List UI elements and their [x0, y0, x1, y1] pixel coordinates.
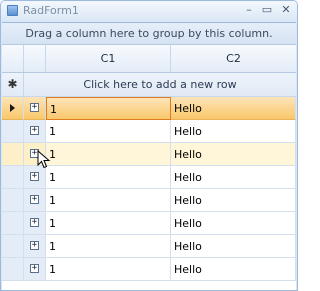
row-indicator-cell[interactable] — [2, 97, 24, 120]
title-bar[interactable]: RadForm1 – ▭ ✕ — [1, 1, 297, 21]
row-indicator-cell[interactable] — [2, 143, 24, 166]
table-row[interactable]: +1 Hello — [2, 120, 296, 143]
table-row[interactable]: +1 Hello — [2, 212, 296, 235]
cell-c2[interactable]: Hello — [171, 258, 296, 281]
window-title: RadForm1 — [23, 4, 79, 17]
column-header-c1[interactable]: C1 — [46, 45, 171, 72]
radform-window: RadForm1 – ▭ ✕ Drag a column here to gro… — [0, 0, 298, 291]
add-new-row[interactable]: ✱ Click here to add a new row — [2, 73, 296, 97]
row-expander-cell[interactable]: + — [24, 212, 46, 235]
row-indicator-cell[interactable] — [2, 212, 24, 235]
table-row[interactable]: +1 Hello — [2, 97, 296, 120]
cell-c1[interactable]: 1 — [46, 166, 171, 189]
expand-plus-icon[interactable]: + — [30, 241, 39, 250]
maximize-button[interactable]: ▭ — [258, 3, 276, 17]
cell-c1[interactable]: 1 — [46, 235, 171, 258]
row-expander-cell[interactable]: + — [24, 235, 46, 258]
header-expander-cell — [24, 45, 46, 72]
row-indicator-cell[interactable] — [2, 166, 24, 189]
cell-c2[interactable]: Hello — [171, 189, 296, 212]
expand-plus-icon[interactable]: + — [30, 218, 39, 227]
minimize-button[interactable]: – — [240, 3, 258, 17]
row-indicator-cell[interactable] — [2, 120, 24, 143]
expand-plus-icon[interactable]: + — [30, 195, 39, 204]
table-row[interactable]: +1 Hello — [2, 235, 296, 258]
row-expander-cell[interactable]: + — [24, 258, 46, 281]
close-button[interactable]: ✕ — [277, 3, 295, 17]
cell-c2[interactable]: Hello — [171, 212, 296, 235]
cell-c2[interactable]: Hello — [171, 143, 296, 166]
table-row[interactable]: +1 Hello — [2, 189, 296, 212]
cell-c1[interactable]: 1 — [46, 97, 171, 120]
group-panel[interactable]: Drag a column here to group by this colu… — [2, 23, 296, 45]
expand-plus-icon[interactable]: + — [30, 103, 39, 112]
cell-c2[interactable]: Hello — [171, 97, 296, 120]
cell-c2[interactable]: Hello — [171, 120, 296, 143]
row-indicator-cell[interactable] — [2, 189, 24, 212]
cell-c1[interactable]: 1 — [46, 120, 171, 143]
row-expander-cell[interactable]: + — [24, 120, 46, 143]
header-indicator-cell — [2, 45, 24, 72]
cell-c2[interactable]: Hello — [171, 166, 296, 189]
row-expander-cell[interactable]: + — [24, 97, 46, 120]
cell-c2[interactable]: Hello — [171, 235, 296, 258]
cell-c1[interactable]: 1 — [46, 189, 171, 212]
row-expander-cell[interactable]: + — [24, 189, 46, 212]
app-icon — [7, 5, 18, 16]
column-header-c2[interactable]: C2 — [171, 45, 296, 72]
expand-plus-icon[interactable]: + — [30, 126, 39, 135]
row-indicator-cell[interactable] — [2, 258, 24, 281]
column-header-row: C1 C2 — [2, 45, 296, 73]
current-row-arrow-icon — [10, 104, 15, 112]
new-row-star-icon: ✱ — [2, 73, 24, 96]
add-new-row-label[interactable]: Click here to add a new row — [24, 73, 296, 96]
expand-plus-icon[interactable]: + — [30, 172, 39, 181]
cell-c1[interactable]: 1 — [46, 258, 171, 281]
cell-c1[interactable]: 1 — [46, 143, 171, 166]
row-indicator-cell[interactable] — [2, 235, 24, 258]
table-row[interactable]: +1 Hello — [2, 258, 296, 281]
expand-plus-icon[interactable]: + — [30, 264, 39, 273]
mouse-cursor-icon — [37, 150, 51, 169]
cell-c1[interactable]: 1 — [46, 212, 171, 235]
